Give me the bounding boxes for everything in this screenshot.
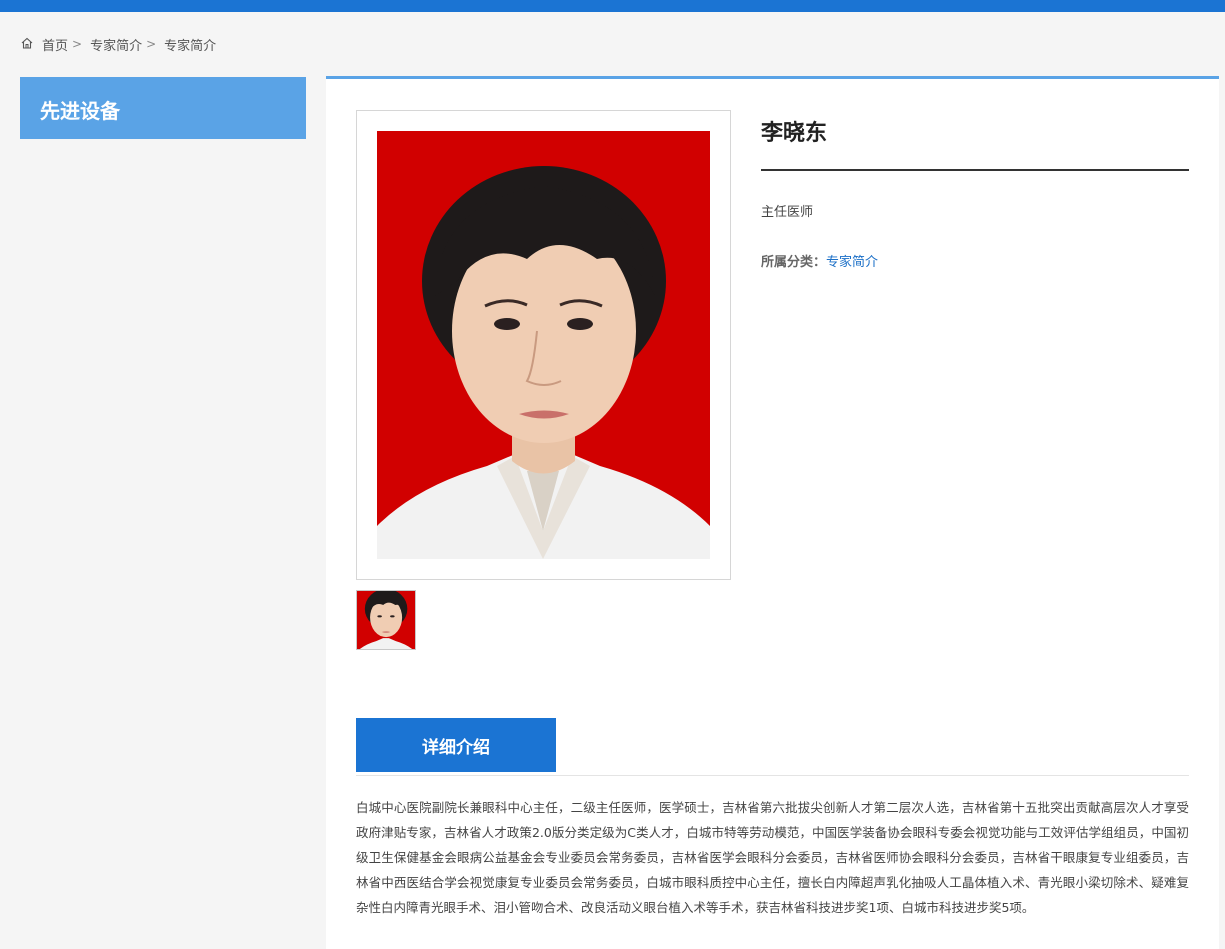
photo-frame [356, 110, 731, 580]
tab-detail[interactable]: 详细介绍 [356, 718, 556, 772]
top-accent-bar [0, 0, 1225, 12]
breadcrumb: 首页 > 专家简介 > 专家简介 [20, 35, 216, 54]
breadcrumb-level2[interactable]: 专家简介 [164, 35, 216, 54]
home-icon[interactable] [20, 36, 36, 52]
doctor-name: 李晓东 [761, 121, 828, 146]
chevron-right-icon: > [146, 37, 157, 51]
category-row: 所属分类：专家简介 [761, 251, 878, 270]
detail-tab-bar: 详细介绍 [356, 718, 1189, 776]
sidebar-title[interactable]: 先进设备 [20, 77, 306, 139]
detail-description: 白城中心医院副院长兼眼科中心主任，二级主任医师，医学硕士，吉林省第六批拔尖创新人… [356, 800, 1189, 915]
doctor-title: 主任医师 [761, 205, 814, 220]
doctor-photo [377, 131, 710, 559]
photo-thumbnail[interactable] [356, 590, 416, 650]
breadcrumb-level1[interactable]: 专家简介 [90, 35, 142, 54]
breadcrumb-home[interactable]: 首页 [42, 35, 68, 54]
chevron-right-icon: > [72, 37, 83, 51]
category-label: 所属分类： [761, 255, 827, 270]
name-divider [761, 169, 1189, 171]
category-link[interactable]: 专家简介 [826, 255, 878, 270]
main-content: 李晓东 主任医师 所属分类：专家简介 详细介绍 白城中心医院副院长兼眼科中心主任… [326, 76, 1219, 949]
